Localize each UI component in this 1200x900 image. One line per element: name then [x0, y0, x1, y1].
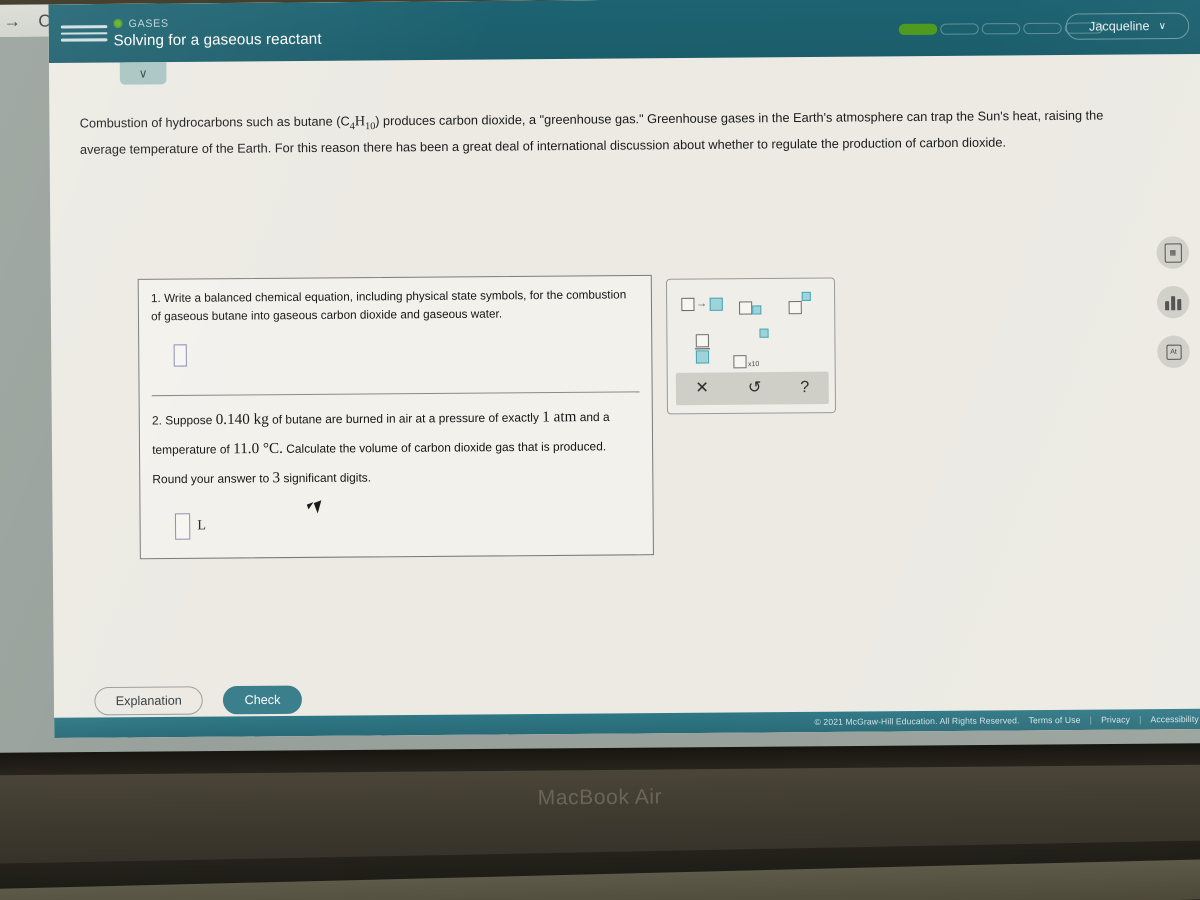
topic-row: GASES — [113, 16, 321, 30]
math-palette: → x10 ✕ ↺ ? — [665, 277, 837, 415]
question-2-body-5: significant digits. — [283, 470, 372, 486]
question-2-temperature: 11.0 °C. — [233, 440, 283, 458]
hamburger-icon[interactable] — [60, 25, 108, 42]
math-palette-grid: → x10 — [667, 278, 835, 369]
question-card: 1. Write a balanced chemical equation, i… — [137, 274, 654, 559]
page-title: Solving for a gaseous reactant — [113, 30, 322, 49]
arrow-right-icon: → — [696, 297, 708, 311]
progress-segment — [898, 23, 938, 36]
calculator-glyph: ▦ — [1164, 242, 1182, 263]
topic-status-dot-icon — [113, 18, 123, 29]
equation-input[interactable] — [173, 344, 187, 367]
copyright-text: © 2021 McGraw-Hill Education. All Rights… — [814, 715, 1020, 727]
question-1-answer-row — [151, 322, 639, 385]
laptop-photo-scene: → C 🔒 www-awn.aleks.com/alekscgi/x/lsl.e… — [0, 0, 1200, 900]
formula-sub-10: 10 — [365, 120, 376, 133]
explanation-button[interactable]: Explanation — [94, 686, 204, 716]
math-palette-controls: ✕ ↺ ? — [675, 371, 829, 406]
superscript-tool[interactable] — [775, 291, 824, 315]
question-1-text: 1. Write a balanced chemical equation, i… — [151, 286, 639, 326]
bar-chart-icon[interactable] — [1156, 285, 1190, 319]
question-2-body-1: Suppose — [165, 412, 213, 428]
question-2-body-2: of butane are burned in air at a pressur… — [272, 410, 539, 427]
progress-segment — [940, 23, 979, 35]
volume-unit-label: L — [197, 517, 207, 534]
main-content: Combustion of hydrocarbons such as butan… — [49, 54, 1200, 738]
periodic-table-icon[interactable]: At — [1157, 335, 1190, 369]
fraction-tool[interactable] — [677, 329, 726, 369]
scientific-notation-tool[interactable]: x10 — [726, 328, 775, 369]
forward-arrow-icon[interactable]: → — [1, 11, 23, 30]
topic-label: GASES — [128, 17, 169, 30]
question-2-number: 2. — [151, 413, 162, 428]
x10-label: x10 — [747, 361, 760, 369]
question-2-text: 2. Suppose 0.140 kg of butane are burned… — [152, 402, 640, 495]
chevron-down-icon: ∨ — [1158, 20, 1167, 32]
palette-empty-cell — [775, 328, 824, 368]
intro-text-c: ) produces carbon dioxide, a "greenhouse… — [375, 109, 975, 129]
progress-segment — [981, 23, 1021, 35]
privacy-link[interactable]: Privacy — [1101, 714, 1130, 724]
volume-input[interactable] — [174, 512, 191, 540]
question-2: 2. Suppose 0.140 kg of butane are burned… — [140, 392, 653, 558]
footer-separator: | — [1089, 714, 1092, 725]
undo-button[interactable]: ↺ — [748, 379, 762, 396]
question-1: 1. Write a balanced chemical equation, i… — [139, 276, 652, 397]
yields-arrow-tool[interactable]: → — [677, 292, 726, 315]
laptop-screen: → C 🔒 www-awn.aleks.com/alekscgi/x/lsl.e… — [0, 0, 1200, 771]
intro-text-line3: production of carbon dioxide. — [842, 135, 1007, 152]
user-menu-button[interactable]: Jacqueline ∨ — [1065, 12, 1190, 40]
help-button[interactable]: ? — [800, 379, 809, 396]
progress-segment — [1023, 22, 1062, 35]
clear-button[interactable]: ✕ — [695, 380, 709, 397]
header-titles: GASES Solving for a gaseous reactant — [113, 16, 322, 49]
calculator-icon[interactable]: ▦ — [1156, 236, 1190, 269]
subscript-tool[interactable] — [726, 292, 775, 315]
accessibility-link[interactable]: Accessibility — [1150, 714, 1198, 724]
aleks-page: GASES Solving for a gaseous reactant Jac… — [48, 0, 1200, 739]
footer-separator: | — [1139, 714, 1142, 725]
question-2-sigfigs: 3 — [272, 470, 281, 487]
check-button[interactable]: Check — [223, 685, 302, 715]
bar-chart-glyph — [1165, 294, 1182, 310]
question-1-number: 1. — [150, 291, 161, 306]
question-1-body: Write a balanced chemical equation, incl… — [151, 288, 627, 324]
question-2-pressure: 1 atm — [542, 408, 577, 426]
periodic-table-glyph: At — [1165, 344, 1182, 360]
tool-rail: ▦ At — [1156, 236, 1190, 369]
terms-of-use-link[interactable]: Terms of Use — [1029, 715, 1081, 726]
app-header: GASES Solving for a gaseous reactant Jac… — [48, 0, 1200, 64]
question-2-answer-row: L — [153, 491, 641, 558]
question-2-mass: 0.140 kg — [215, 411, 269, 429]
formula-h: H — [354, 114, 366, 130]
user-name-label: Jacqueline — [1088, 18, 1150, 34]
intro-paragraph: Combustion of hydrocarbons such as butan… — [80, 103, 1153, 163]
intro-text-a: Combustion of hydrocarbons such as butan… — [79, 114, 350, 131]
